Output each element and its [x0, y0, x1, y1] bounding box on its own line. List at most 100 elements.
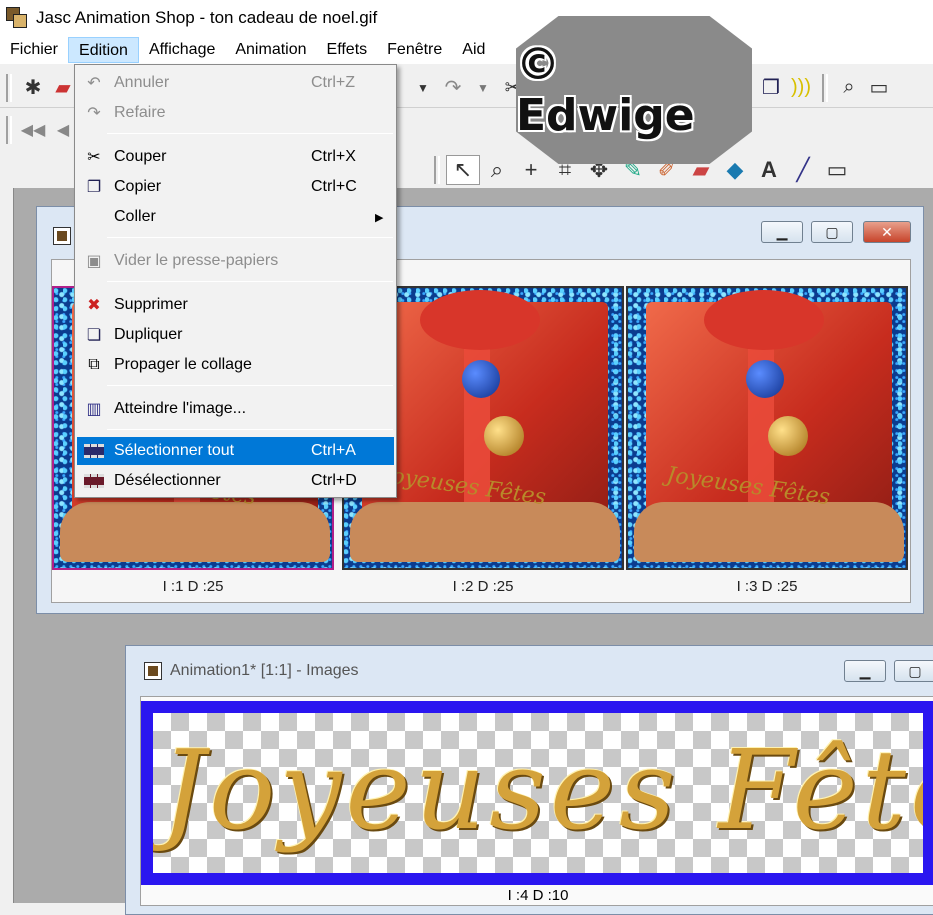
menu-item-shortcut: Ctrl+Z: [311, 74, 355, 91]
menu-item-shortcut: Ctrl+C: [311, 178, 357, 195]
menu-item-label: Annuler: [114, 74, 170, 91]
redo-toolbar-icon[interactable]: ↷: [438, 73, 468, 103]
properties-icon[interactable]: ▭: [864, 73, 894, 103]
line-tool-icon[interactable]: ╱: [786, 155, 820, 185]
frame-label-2: I :2 D :25: [452, 578, 514, 595]
menu-item-shortcut: Ctrl+D: [311, 472, 357, 489]
delete-icon: ✖: [87, 297, 101, 314]
images-canvas: Joyeuses Fêtes I :4 D :10: [140, 696, 933, 906]
menu-item-label: Dupliquer: [114, 326, 183, 343]
menu-item-label: Coller: [114, 208, 156, 225]
playback-toolbar: ◀◀ ◀: [0, 110, 78, 150]
menu-item-label: Sélectionner tout: [114, 442, 235, 459]
joyeuses-fetes-text: Joyeuses Fêtes: [161, 726, 923, 854]
images-window-icon[interactable]: [144, 662, 162, 680]
menu-item-label: Couper: [114, 148, 167, 165]
text-tool-icon[interactable]: A: [752, 155, 786, 185]
menu-item-label: Atteindre l'image...: [114, 400, 247, 417]
menu-item-label: Vider le presse-papiers: [114, 252, 279, 269]
frame-thumbnail-3[interactable]: Joyeuses Fêtes: [626, 286, 908, 570]
selected-frame-border[interactable]: Joyeuses Fêtes: [141, 701, 933, 885]
rectangle-tool-icon[interactable]: ▭: [820, 155, 854, 185]
menu-item-label: Désélectionner: [114, 472, 221, 489]
menu-item-supprimer[interactable]: ✖ Supprimer: [77, 291, 394, 319]
menu-animation[interactable]: Animation: [225, 37, 316, 63]
wizard-icon[interactable]: ✱: [18, 73, 48, 103]
menu-item-coller[interactable]: Coller ▶: [77, 203, 394, 231]
menu-item-label: Copier: [114, 178, 162, 195]
menu-item-propager[interactable]: ⧉ Propager le collage: [77, 351, 394, 379]
copy-icon: ❐: [86, 179, 102, 196]
redo-icon: ↷: [87, 105, 101, 122]
menu-aide[interactable]: Aid: [452, 37, 495, 63]
tween-icon[interactable]: ))): [786, 73, 816, 103]
toolbar-grip-2[interactable]: [822, 73, 828, 102]
title-bar: Jasc Animation Shop - ton cadeau de noel…: [0, 0, 933, 36]
menu-item-label: Supprimer: [114, 296, 188, 313]
watermark-text: © Edwige: [516, 39, 695, 141]
frame-label-1: I :1 D :25: [162, 578, 224, 595]
menu-item-deselectionner[interactable]: Désélectionner Ctrl+D: [77, 467, 394, 495]
redo-dropdown-icon[interactable]: ▼: [468, 73, 498, 103]
menu-edition[interactable]: Edition: [68, 37, 139, 63]
menu-item-shortcut: Ctrl+X: [311, 148, 356, 165]
scissors-icon: ✂: [87, 149, 101, 166]
animation-window-icon[interactable]: [53, 227, 71, 245]
app-icon[interactable]: [6, 7, 28, 29]
menu-separator: [107, 429, 393, 430]
minimize-button[interactable]: ▁: [761, 221, 803, 243]
frame-label-4: I :4 D :10: [507, 887, 569, 904]
menu-item-couper[interactable]: ✂ Couper Ctrl+X: [77, 143, 394, 171]
edition-dropdown-menu: ↶ Annuler Ctrl+Z ↷ Refaire ✂ Couper Ctrl…: [74, 64, 397, 498]
goto-frame-icon: ▥: [86, 401, 102, 418]
menu-effets[interactable]: Effets: [317, 37, 378, 63]
zoom-toolbar-icon[interactable]: ⌕: [834, 73, 864, 103]
watermark-badge: © Edwige: [516, 16, 752, 164]
deselect-icon: [83, 470, 105, 492]
frame-label-3: I :3 D :25: [736, 578, 798, 595]
propagate-paste-icon: ⧉: [88, 356, 100, 373]
menu-fichier[interactable]: Fichier: [0, 37, 68, 63]
menu-item-vider[interactable]: ▣ Vider le presse-papiers: [77, 247, 394, 275]
toolbar-grip[interactable]: [6, 73, 12, 102]
zoom-tool-icon[interactable]: ⌕: [480, 155, 514, 185]
duplicate-frame-icon[interactable]: ❐: [756, 73, 786, 103]
fill-tool-icon[interactable]: ◆: [718, 155, 752, 185]
menu-affichage[interactable]: Affichage: [139, 37, 225, 63]
first-frame-icon[interactable]: ◀◀: [18, 115, 48, 145]
menu-fenetre[interactable]: Fenêtre: [377, 37, 452, 63]
undo-icon: ↶: [87, 75, 101, 92]
menu-item-atteindre[interactable]: ▥ Atteindre l'image...: [77, 395, 394, 423]
dropdown-arrow-icon[interactable]: ▼: [408, 73, 438, 103]
menu-separator: [107, 133, 393, 134]
move-tool-icon[interactable]: +: [514, 155, 548, 185]
images-window-title: Animation1* [1:1] - Images: [170, 662, 359, 679]
menu-item-selectionner-tout[interactable]: Sélectionner tout Ctrl+A: [77, 437, 394, 465]
images-maximize-button[interactable]: ▢: [894, 660, 933, 682]
menu-bar: Fichier Edition Affichage Animation Effe…: [0, 36, 933, 64]
window-title: Jasc Animation Shop - ton cadeau de noel…: [36, 8, 378, 27]
menu-separator: [107, 385, 393, 386]
menu-item-annuler[interactable]: ↶ Annuler Ctrl+Z: [77, 69, 394, 97]
clipboard-clear-icon: ▣: [86, 253, 102, 270]
maximize-button[interactable]: ▢: [811, 221, 853, 243]
menu-item-shortcut: Ctrl+A: [311, 442, 356, 459]
tools-grip[interactable]: [434, 156, 440, 184]
images-window[interactable]: Animation1* [1:1] - Images ▁ ▢ Joyeuses …: [125, 645, 933, 915]
transparent-frame: Joyeuses Fêtes: [153, 713, 923, 873]
menu-item-refaire[interactable]: ↷ Refaire: [77, 99, 394, 127]
images-minimize-button[interactable]: ▁: [844, 660, 886, 682]
menu-separator: [107, 237, 393, 238]
close-button[interactable]: ✕: [863, 221, 911, 243]
arrow-tool-icon[interactable]: ↖: [446, 155, 480, 185]
menu-item-dupliquer[interactable]: ❏ Dupliquer: [77, 321, 394, 349]
select-all-icon: [83, 440, 105, 462]
playback-grip[interactable]: [6, 116, 12, 144]
menu-separator: [107, 281, 393, 282]
menu-item-label: Refaire: [114, 104, 166, 121]
left-pane: [0, 188, 14, 903]
duplicate-icon: ❏: [86, 327, 102, 344]
menu-item-label: Propager le collage: [114, 356, 252, 373]
menu-item-copier[interactable]: ❐ Copier Ctrl+C: [77, 173, 394, 201]
submenu-arrow-icon: ▶: [375, 211, 384, 224]
